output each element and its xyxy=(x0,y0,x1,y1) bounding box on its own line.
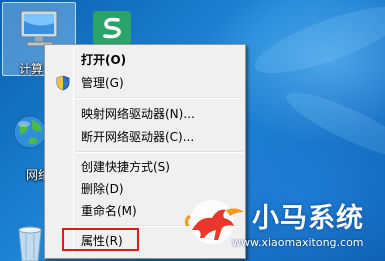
watermark-brand: 小马系统 xyxy=(252,203,364,234)
recycle-bin-icon xyxy=(18,226,42,261)
menu-item-label: 重命名(M) xyxy=(81,204,137,218)
green-app-icon xyxy=(93,11,131,45)
menu-item-open[interactable]: 打开(O) xyxy=(47,49,243,71)
wallpaper-streak xyxy=(280,81,385,169)
wallpaper-streak xyxy=(247,0,385,87)
menu-item-manage[interactable]: 管理(G) xyxy=(47,72,243,94)
menu-item-label: 映射网络驱动器(N)... xyxy=(81,107,195,121)
menu-item-label: 删除(D) xyxy=(81,182,124,196)
menu-item-map-network-drive[interactable]: 映射网络驱动器(N)... xyxy=(47,103,243,125)
menu-separator xyxy=(75,151,243,153)
menu-item-create-shortcut[interactable]: 创建快捷方式(S) xyxy=(47,156,243,178)
computer-icon xyxy=(20,10,58,47)
menu-separator xyxy=(75,97,243,99)
menu-item-label: 打开(O) xyxy=(81,53,127,67)
menu-item-disconnect-network-drive[interactable]: 断开网络驱动器(C)... xyxy=(47,126,243,148)
shield-icon xyxy=(56,75,70,91)
menu-item-label: 断开网络驱动器(C)... xyxy=(81,130,195,144)
properties-highlight-box xyxy=(62,228,139,251)
desktop-icon-recycle-bin[interactable] xyxy=(12,224,48,261)
menu-item-label: 管理(G) xyxy=(81,76,124,90)
watermark-url: www.xiaomaxitong.com xyxy=(232,236,364,249)
menu-item-label: 创建快捷方式(S) xyxy=(81,160,170,174)
